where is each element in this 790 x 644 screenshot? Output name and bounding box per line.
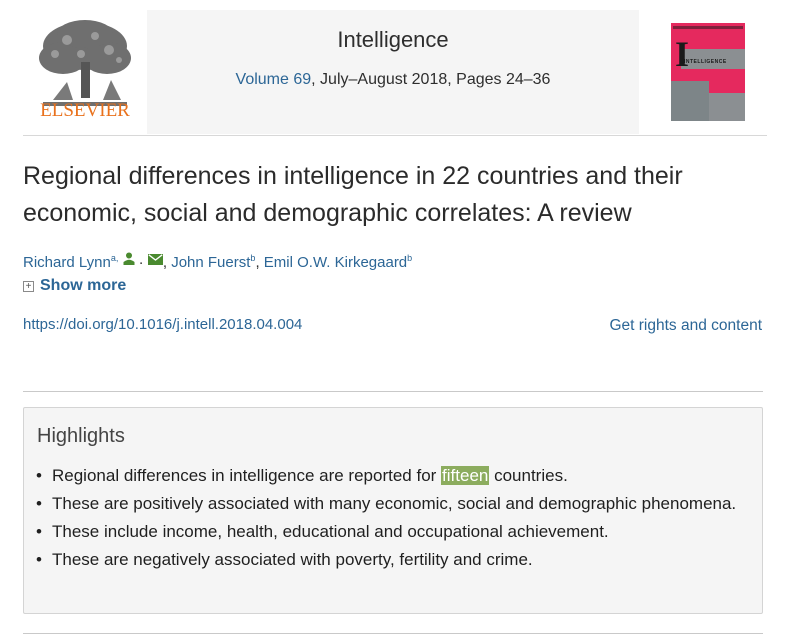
author-separator: ·	[134, 254, 148, 271]
author-separator: ,	[162, 254, 172, 271]
person-icon[interactable]	[123, 252, 135, 265]
author-name: Emil O.W. Kirkegaard	[263, 254, 408, 271]
section-divider	[23, 391, 763, 392]
show-more-button[interactable]: + Show more	[23, 277, 126, 295]
show-more-label: Show more	[40, 277, 127, 294]
doi-link[interactable]: https://doi.org/10.1016/j.intell.2018.04…	[23, 316, 302, 333]
journal-header: ELSEVIER Intelligence Volume 69, July–Au…	[23, 10, 767, 136]
journal-cover-link[interactable]: I INTELLIGENCE	[638, 10, 767, 134]
author-affiliation: b	[407, 253, 413, 263]
highlights-list: Regional differences in intelligence are…	[36, 462, 751, 574]
cover-publisher-strip	[673, 26, 743, 29]
author-name: John Fuerst	[171, 254, 251, 271]
rights-link[interactable]: Get rights and content	[609, 317, 762, 335]
elsevier-tree-icon	[39, 20, 131, 106]
highlight-text: Regional differences in intelligence are…	[52, 466, 437, 485]
highlight-item: These are negatively associated with pov…	[36, 546, 751, 574]
cover-block	[709, 93, 745, 121]
author-link-kirkegaard[interactable]: Emil O.W. Kirkegaardb	[263, 253, 413, 271]
journal-title-link[interactable]: Intelligence	[147, 27, 639, 53]
section-divider	[23, 633, 763, 634]
author-link-fuerst[interactable]: John Fuerstb	[171, 253, 255, 271]
author-list: Richard Lynna, · , John Fuerstb, Emil O.…	[23, 252, 412, 271]
cover-block	[671, 81, 709, 121]
publisher-wordmark: ELSEVIER	[40, 100, 130, 121]
author-name: Richard Lynn	[23, 254, 111, 271]
highlights-heading: Highlights	[37, 425, 125, 447]
volume-number: 69	[293, 71, 312, 88]
volume-link[interactable]: Volume 69	[236, 71, 312, 88]
journal-info: Intelligence Volume 69, July–August 2018…	[147, 10, 639, 134]
highlight-text: countries.	[494, 466, 568, 485]
elsevier-logo[interactable]: ELSEVIER	[23, 10, 147, 134]
author-separator: ,	[255, 254, 264, 271]
cover-letter: I	[675, 34, 690, 74]
author-affiliation: a,	[110, 253, 119, 263]
journal-meta: Volume 69, July–August 2018, Pages 24–36	[147, 71, 639, 89]
search-match-highlight: fifteen	[441, 466, 490, 485]
journal-cover-image: I INTELLIGENCE	[671, 23, 745, 121]
highlights-box: Highlights Regional differences in intel…	[23, 407, 763, 614]
highlight-item: These are positively associated with man…	[36, 490, 751, 518]
highlight-item: These include income, health, educationa…	[36, 518, 751, 546]
author-link-lynn[interactable]: Richard Lynna,	[23, 253, 119, 271]
plus-icon: +	[23, 281, 34, 292]
article-title: Regional differences in intelligence in …	[23, 162, 683, 227]
cover-title: INTELLIGENCE	[684, 59, 727, 65]
highlight-item: Regional differences in intelligence are…	[36, 462, 751, 490]
issue-meta: , July–August 2018, Pages 24–36	[311, 71, 551, 88]
mail-icon[interactable]	[147, 254, 163, 265]
volume-label: Volume	[235, 71, 289, 88]
